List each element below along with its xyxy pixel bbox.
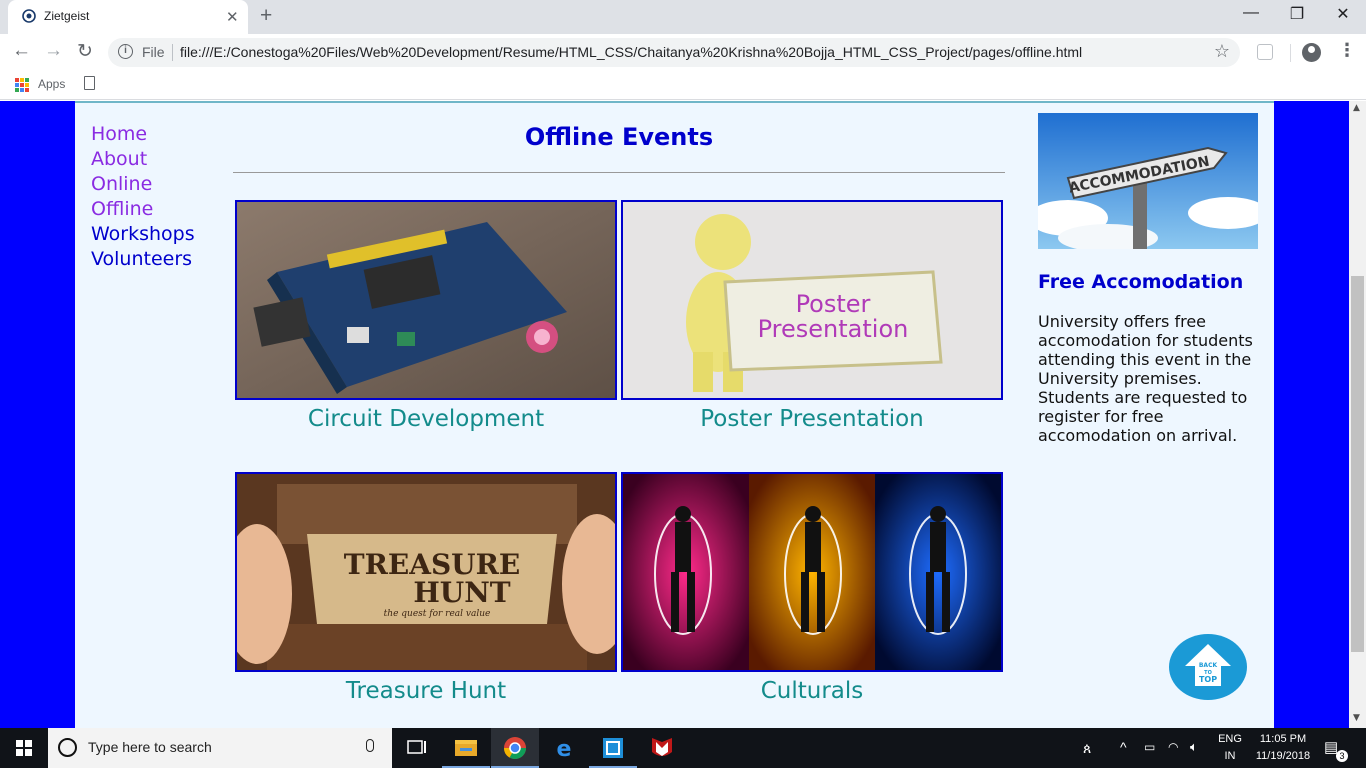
search-placeholder: Type here to search xyxy=(88,739,212,755)
omnibox-divider xyxy=(172,44,173,61)
site-info-icon[interactable]: i xyxy=(118,44,133,59)
account-icon[interactable] xyxy=(1302,43,1321,62)
restore-button[interactable]: ❐ xyxy=(1274,4,1320,24)
cortana-icon xyxy=(58,738,77,757)
back-to-top-text-1: BACK xyxy=(1199,662,1218,669)
reload-button[interactable]: ↻ xyxy=(77,40,93,63)
globe-icon xyxy=(22,9,36,23)
tab-title: Zietgeist xyxy=(44,9,90,23)
header-edge xyxy=(75,101,1274,103)
edge-icon: e xyxy=(557,737,572,762)
task-view-button[interactable] xyxy=(392,728,440,768)
people-icon[interactable]: ጰ xyxy=(1083,740,1091,757)
event-card-poster[interactable]: Poster Presentation Poster Presentation xyxy=(621,200,1003,432)
event-label-poster[interactable]: Poster Presentation xyxy=(621,406,1003,432)
chrome-icon xyxy=(504,737,526,759)
clock-time[interactable]: 11:05 PM xyxy=(1248,733,1318,745)
poster-text-line1: Poster xyxy=(796,290,871,318)
clock-date[interactable]: 11/19/2018 xyxy=(1248,750,1318,762)
mcafee-shield-icon xyxy=(652,738,672,756)
treasure-text-tagline: the quest for real value xyxy=(384,609,491,619)
address-bar[interactable]: i File file:///E:/Conestoga%20Files/Web%… xyxy=(108,38,1240,67)
browser-tab-strip: Zietgeist ✕ + — ❐ ✕ xyxy=(0,0,1366,34)
event-label-treasure[interactable]: Treasure Hunt xyxy=(235,678,617,704)
accommodation-sign-image: ACCOMMODATION xyxy=(1038,113,1258,249)
chrome-menu-icon[interactable]: ⋮ xyxy=(1338,40,1356,61)
poster-text-line2: Presentation xyxy=(758,315,909,343)
app-window-icon xyxy=(603,738,623,758)
windows-taskbar: Type here to search e ጰ ^ ▭ ◠ 🔈︎ ENG IN … xyxy=(0,728,1366,768)
poster-presentation-image[interactable]: Poster Presentation xyxy=(621,200,1003,400)
extension-icon[interactable] xyxy=(1257,44,1273,60)
nav-link-online[interactable]: Online xyxy=(91,172,195,197)
bookmark-star-icon[interactable]: ☆ xyxy=(1214,41,1230,62)
treasure-text-line2: HUNT xyxy=(413,576,510,609)
language-code[interactable]: ENG xyxy=(1216,733,1244,745)
chrome-taskbar-button[interactable] xyxy=(491,728,539,768)
title-divider xyxy=(233,172,1005,173)
aside-title: Free Accomodation xyxy=(1038,271,1244,293)
nav-link-home[interactable]: Home xyxy=(91,122,195,147)
circuit-board-image[interactable] xyxy=(235,200,617,400)
scroll-down-arrow-icon[interactable]: ▼ xyxy=(1353,713,1360,723)
new-tab-button[interactable]: + xyxy=(260,4,272,28)
back-to-top-text-3: TOP xyxy=(1199,675,1217,684)
nav-link-volunteers[interactable]: Volunteers xyxy=(91,247,195,272)
close-window-button[interactable]: ✕ xyxy=(1320,4,1366,24)
minimize-button[interactable]: — xyxy=(1228,4,1274,22)
url-text[interactable]: file:///E:/Conestoga%20Files/Web%20Devel… xyxy=(180,44,1082,60)
back-button[interactable]: ← xyxy=(12,40,31,62)
up-arrow-icon: BACK TO TOP xyxy=(1185,644,1231,686)
treasure-hunt-image[interactable]: TREASURE HUNT the quest for real value xyxy=(235,472,617,672)
language-region[interactable]: IN xyxy=(1216,750,1244,762)
event-label-circuit[interactable]: Circuit Development xyxy=(235,406,617,432)
page-viewport: Home About Online Offline Workshops Volu… xyxy=(0,101,1349,728)
taskbar-search-box[interactable]: Type here to search xyxy=(48,728,392,768)
back-to-top-button[interactable]: BACK TO TOP xyxy=(1169,634,1247,700)
windows-logo-icon xyxy=(16,740,32,756)
event-card-culturals[interactable]: Culturals xyxy=(621,472,1003,704)
browser-toolbar: ← → ↻ i File file:///E:/Conestoga%20File… xyxy=(0,34,1366,72)
start-button[interactable] xyxy=(0,728,48,768)
page-content: Home About Online Offline Workshops Volu… xyxy=(75,101,1274,728)
event-label-culturals[interactable]: Culturals xyxy=(621,678,1003,704)
notification-badge: 3 xyxy=(1336,750,1348,762)
aside-text: University offers free accomodation for … xyxy=(1038,312,1253,445)
edge-button[interactable]: e xyxy=(540,728,588,768)
show-hidden-icons-icon[interactable]: ^ xyxy=(1120,739,1127,755)
apps-bookmark[interactable]: Apps xyxy=(38,77,65,91)
nav-link-about[interactable]: About xyxy=(91,147,195,172)
page-scrollbar[interactable]: ▲ ▼ xyxy=(1349,101,1366,728)
toolbar-divider xyxy=(1290,44,1291,62)
side-navigation: Home About Online Offline Workshops Volu… xyxy=(91,122,195,272)
file-explorer-button[interactable] xyxy=(442,728,490,768)
task-view-icon xyxy=(407,740,426,754)
event-card-treasure[interactable]: TREASURE HUNT the quest for real value T… xyxy=(235,472,617,704)
nav-link-offline[interactable]: Offline xyxy=(91,197,195,222)
volume-icon[interactable]: 🔈︎ xyxy=(1190,739,1198,755)
event-card-circuit[interactable]: Circuit Development xyxy=(235,200,617,432)
bookmarks-bar: Apps xyxy=(0,72,1366,100)
microphone-icon[interactable] xyxy=(366,739,374,752)
wifi-icon[interactable]: ◠ xyxy=(1168,740,1178,754)
forward-button[interactable]: → xyxy=(44,40,63,62)
svg-text:e: e xyxy=(557,737,572,762)
scroll-thumb[interactable] xyxy=(1351,276,1364,652)
browser-tab[interactable]: Zietgeist ✕ xyxy=(8,0,248,34)
culturals-dancers-image[interactable] xyxy=(621,472,1003,672)
scheme-chip: File xyxy=(142,44,165,60)
apps-grid-icon[interactable] xyxy=(15,78,29,92)
page-title: Offline Events xyxy=(524,123,714,151)
folder-icon xyxy=(455,740,477,756)
nav-link-workshops[interactable]: Workshops xyxy=(91,222,195,247)
app-button[interactable] xyxy=(589,728,637,768)
document-bookmark-icon[interactable] xyxy=(84,76,95,90)
scroll-up-arrow-icon[interactable]: ▲ xyxy=(1353,103,1360,113)
battery-icon[interactable]: ▭ xyxy=(1144,740,1155,754)
tab-close-icon[interactable]: ✕ xyxy=(226,8,239,26)
mcafee-button[interactable] xyxy=(638,728,686,768)
